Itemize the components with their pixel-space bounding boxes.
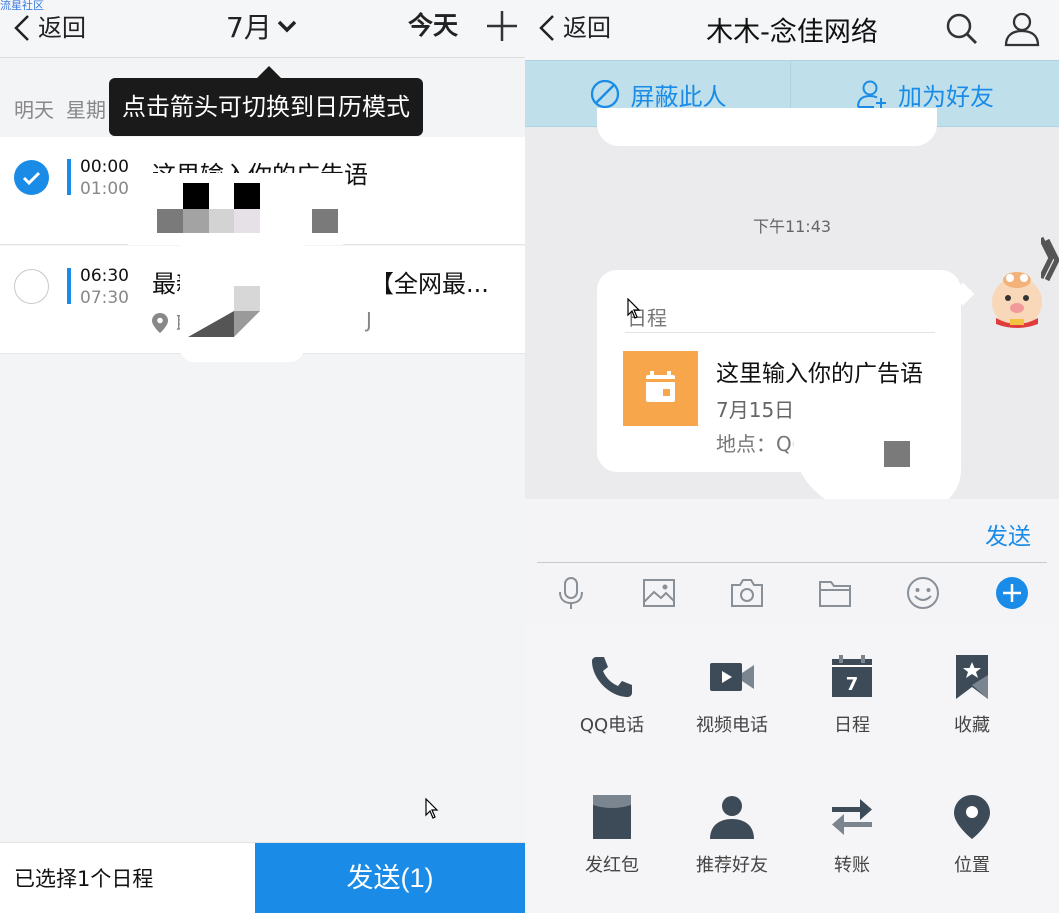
qq-call-label: QQ电话: [579, 715, 645, 736]
redaction-mosaic: [312, 209, 338, 233]
profile-icon[interactable]: [1003, 10, 1041, 48]
redaction-mosaic: [234, 286, 260, 311]
chevron-left-icon: [14, 15, 29, 41]
card-title: 这里输入你的广告语: [716, 361, 923, 387]
unselected-checkbox[interactable]: [14, 269, 49, 304]
person-icon: [710, 796, 754, 839]
redaction-mosaic: [157, 209, 183, 233]
day-label: 明天: [14, 97, 54, 122]
location-button[interactable]: 位置: [917, 793, 1027, 877]
selection-footer: 已选择1个日程 发送(1): [0, 842, 525, 913]
red-packet-label: 发红包: [585, 855, 639, 876]
plus-circle-icon[interactable]: [994, 575, 1030, 611]
chevron-right-icon: [1045, 238, 1059, 282]
chat-toolbar: [525, 563, 1059, 623]
schedule-item[interactable]: 00:00 01:00 这里输入你的广告语: [0, 137, 525, 245]
avatar[interactable]: [988, 270, 1046, 330]
qq-call-button[interactable]: QQ电话: [557, 653, 667, 737]
location-tail: J: [366, 308, 372, 332]
weekday-label: 星期: [66, 97, 106, 122]
end-time: 07:30: [80, 288, 129, 308]
time-bar: [67, 159, 71, 195]
selection-count: 已选择1个日程: [14, 867, 154, 891]
image-icon[interactable]: [641, 575, 677, 611]
selected-checkbox[interactable]: [14, 160, 49, 195]
time-bar: [67, 268, 71, 304]
calendar-icon: [646, 371, 675, 402]
start-time: 00:00: [80, 157, 129, 177]
chat-pane: 返回 木木-念佳网络 屏蔽此人 加为好友 下午11:43 日程 这里输入你的广告…: [525, 0, 1059, 913]
tooltip-arrow: [257, 66, 281, 78]
location-label: 位置: [954, 855, 990, 876]
card-divider: [625, 332, 935, 333]
back-button[interactable]: 返回: [8, 8, 86, 48]
more-functions-panel: QQ电话 视频电话 7 日程 收藏 发红包 推荐好友 转账 位置: [525, 623, 1059, 913]
block-icon: [590, 79, 619, 109]
red-packet-icon: [593, 795, 631, 839]
schedule-button[interactable]: 7 日程: [797, 653, 907, 737]
video-call-button[interactable]: 视频电话: [677, 653, 787, 737]
schedule-item[interactable]: 06:30 07:30 最新霸屏 【全网最... 联系 J: [0, 244, 525, 362]
recommend-friend-button[interactable]: 推荐好友: [677, 793, 787, 877]
mic-icon[interactable]: [553, 575, 589, 611]
back-label: 返回: [38, 14, 86, 42]
day-section-header: 明天 星期: [0, 86, 106, 130]
emoji-icon[interactable]: [905, 575, 941, 611]
add-schedule-icon[interactable]: [484, 8, 520, 44]
video-call-icon: [710, 663, 754, 691]
watermark-text: 流星社区: [0, 0, 44, 12]
phone-icon: [592, 657, 632, 697]
transfer-icon: [832, 799, 872, 835]
location-pin-icon: [954, 795, 990, 839]
send-message-button[interactable]: 发送: [985, 517, 1031, 551]
previous-message-bubble: [597, 108, 937, 146]
location-pin-icon: [152, 312, 168, 333]
red-packet-button[interactable]: 发红包: [557, 793, 667, 877]
transfer-button[interactable]: 转账: [797, 793, 907, 877]
redaction-mosaic: [234, 209, 260, 233]
month-label: 7月: [226, 11, 272, 44]
calendar-icon: 7: [832, 655, 872, 697]
message-input-area[interactable]: 发送: [525, 499, 1059, 563]
redaction-mosaic: [793, 400, 961, 510]
favorites-button[interactable]: 收藏: [917, 653, 1027, 737]
mouse-cursor-icon: [627, 298, 641, 319]
favorites-label: 收藏: [954, 715, 990, 736]
redaction-mosaic: [183, 209, 209, 233]
transfer-label: 转账: [834, 855, 870, 876]
schedule-header: 返回 7月 今天: [0, 0, 525, 58]
chat-header: 返回 木木-念佳网络: [525, 0, 1059, 60]
search-icon[interactable]: [945, 12, 979, 46]
block-user-label: 屏蔽此人: [630, 82, 727, 111]
schedule-label: 日程: [834, 715, 870, 736]
redaction-mosaic: [183, 183, 209, 209]
end-time: 01:00: [80, 179, 129, 199]
schedule-title-tail: 【全网最...: [370, 270, 489, 298]
message-timestamp: 下午11:43: [752, 217, 832, 236]
mouse-cursor-icon: [425, 798, 439, 819]
redaction-mosaic: [234, 183, 260, 209]
redaction-mosaic: [884, 441, 910, 467]
calendar-card-icon: [623, 351, 698, 426]
start-time: 06:30: [80, 266, 129, 286]
video-call-label: 视频电话: [696, 715, 768, 736]
recommend-friend-label: 推荐好友: [696, 855, 768, 876]
month-selector[interactable]: 7月: [226, 6, 302, 46]
add-friend-label: 加为好友: [898, 82, 994, 111]
redaction-mosaic: [209, 209, 234, 233]
bookmark-icon: [956, 655, 988, 699]
chevron-down-icon: [277, 20, 297, 33]
folder-icon[interactable]: [817, 575, 853, 611]
checkmark-icon: [22, 171, 41, 186]
calendar-day-number: 7: [846, 674, 859, 695]
send-schedule-button[interactable]: 发送(1): [255, 843, 525, 913]
calendar-mode-tooltip: 点击箭头可切换到日历模式: [109, 78, 423, 136]
camera-icon[interactable]: [729, 575, 765, 611]
today-button[interactable]: 今天: [408, 8, 458, 44]
schedule-picker-pane: 返回 7月 今天 明天 星期 点击箭头可切换到日历模式 00:00 01:00 …: [0, 0, 525, 913]
add-friend-icon: [857, 80, 886, 108]
